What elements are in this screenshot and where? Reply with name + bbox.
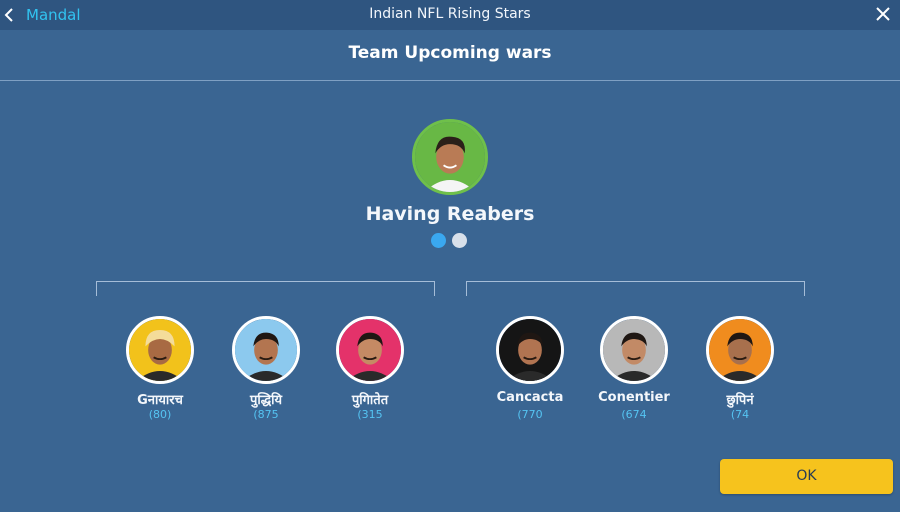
member-score: (74 bbox=[730, 408, 750, 421]
member-name: छुपिनं bbox=[726, 393, 754, 408]
member-avatar[interactable] bbox=[706, 316, 774, 384]
pager-dot-inactive[interactable] bbox=[452, 233, 467, 248]
person-icon bbox=[339, 319, 401, 381]
member-avatar[interactable] bbox=[600, 316, 668, 384]
ok-button[interactable]: OK bbox=[720, 459, 893, 494]
member-score: (315 bbox=[357, 408, 383, 421]
window-title: Indian NFL Rising Stars bbox=[369, 6, 531, 22]
member-name: Cancacta bbox=[496, 390, 564, 405]
bracket-left bbox=[96, 281, 435, 296]
member-avatar[interactable] bbox=[336, 316, 404, 384]
person-icon bbox=[603, 319, 665, 381]
person-icon bbox=[499, 319, 561, 381]
member-name: Gनायारच bbox=[137, 393, 183, 408]
bracket-right bbox=[466, 281, 805, 296]
title-bar: Mandal Indian NFL Rising Stars bbox=[0, 0, 900, 30]
member-name: पुद्धियि bbox=[249, 393, 283, 408]
close-button[interactable] bbox=[874, 5, 892, 27]
member-score: (674 bbox=[621, 408, 647, 421]
close-icon bbox=[874, 7, 892, 27]
member-score: (875 bbox=[253, 408, 279, 421]
member-score: (770 bbox=[517, 408, 543, 421]
member-avatar[interactable] bbox=[232, 316, 300, 384]
pager-dot-active[interactable] bbox=[431, 233, 446, 248]
section-header: Team Upcoming wars bbox=[0, 30, 900, 81]
section-title: Team Upcoming wars bbox=[348, 43, 552, 63]
person-icon bbox=[415, 122, 485, 192]
leader-avatar[interactable] bbox=[412, 119, 488, 195]
person-icon bbox=[709, 319, 771, 381]
leader-name: Having Reabers bbox=[365, 203, 535, 225]
member-name: पुगिातेत bbox=[351, 393, 389, 408]
person-icon bbox=[235, 319, 297, 381]
member-avatar[interactable] bbox=[496, 316, 564, 384]
member-avatar[interactable] bbox=[126, 316, 194, 384]
member-name: Conentier bbox=[598, 390, 670, 405]
person-icon bbox=[129, 319, 191, 381]
member-score: (80) bbox=[148, 408, 172, 421]
